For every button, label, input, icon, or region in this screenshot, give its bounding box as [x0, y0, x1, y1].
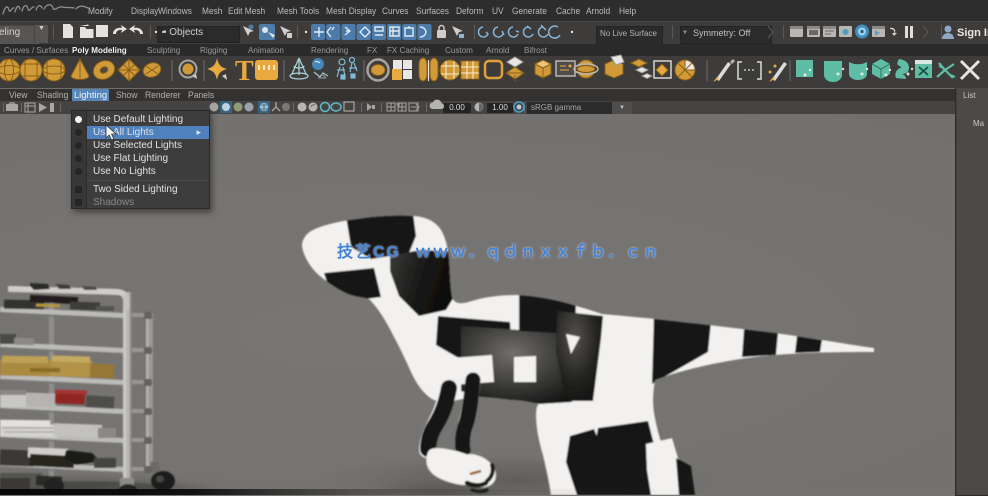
svg-text:T: T: [235, 56, 254, 87]
